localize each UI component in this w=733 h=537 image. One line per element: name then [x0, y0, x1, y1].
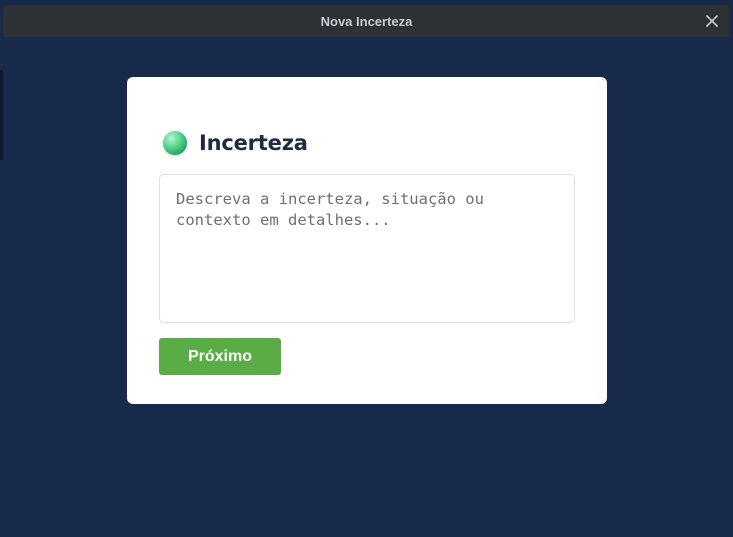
close-button[interactable] — [702, 11, 722, 31]
uncertainty-card: Incerteza Próximo — [127, 77, 607, 404]
next-button[interactable]: Próximo — [159, 338, 281, 375]
dialog-window: Nova Incerteza Incerteza Próximo — [0, 0, 733, 537]
uncertainty-description-input[interactable] — [159, 174, 575, 323]
close-icon — [706, 15, 718, 27]
window-title: Nova Incerteza — [320, 13, 413, 29]
green-orb-icon — [163, 131, 187, 155]
title-bar: Nova Incerteza — [3, 5, 730, 37]
window-edge — [0, 70, 3, 160]
card-title: Incerteza — [199, 131, 308, 155]
card-header: Incerteza — [163, 131, 308, 155]
